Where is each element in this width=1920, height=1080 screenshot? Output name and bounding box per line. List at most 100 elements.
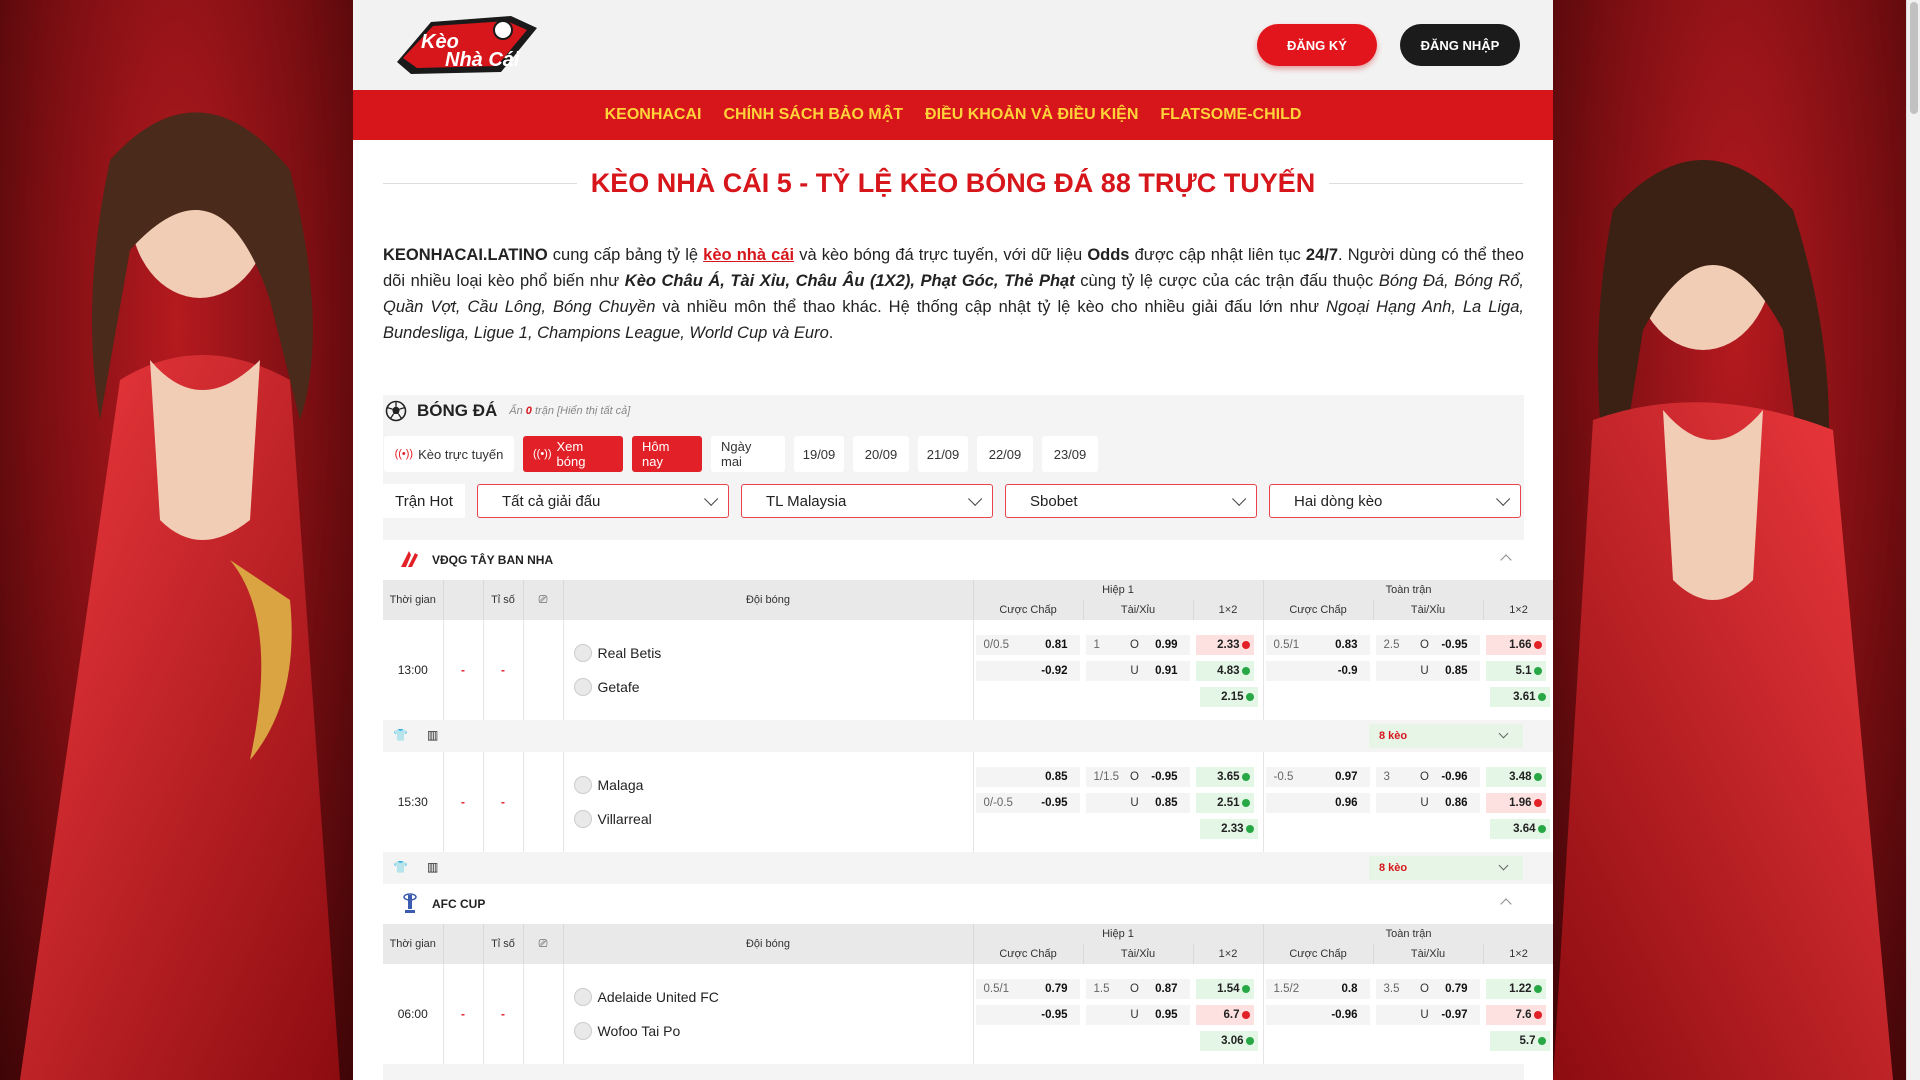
league-header[interactable]: VĐQG TÂY BAN NHA bbox=[383, 540, 1524, 580]
odds-widget: BÓNG ĐÁ Ẩn 0 trận [Hiển thị tất cả] ((•)… bbox=[383, 395, 1553, 1080]
handicap-odds[interactable]: 1.5/2 0.8 bbox=[1265, 979, 1370, 999]
over-under-odds[interactable]: 1.5 O 0.87 bbox=[1085, 979, 1190, 999]
home-team[interactable]: Real Betis bbox=[564, 636, 973, 670]
x12-odds[interactable]: 5.1 bbox=[1485, 661, 1546, 681]
handicap-odds[interactable]: -0.95 bbox=[975, 1005, 1080, 1025]
stats-chart-icon[interactable]: ▥ bbox=[427, 728, 443, 744]
ou-line: 1 bbox=[1093, 639, 1100, 651]
filter-chip[interactable]: 20/09 bbox=[853, 436, 909, 472]
filter-chip[interactable]: Hôm nay bbox=[632, 436, 702, 472]
x12-odds[interactable]: 3.61 bbox=[1489, 687, 1550, 707]
x12-odds[interactable]: 2.51 bbox=[1195, 793, 1254, 813]
filter-chip[interactable]: 23/09 bbox=[1042, 436, 1098, 472]
over-under-odds[interactable]: 1/1.5 O -0.95 bbox=[1085, 767, 1190, 787]
col-hdp: Cược Chấp bbox=[1263, 944, 1374, 964]
away-team[interactable]: Wofoo Tai Po bbox=[564, 1014, 973, 1048]
x12-odds[interactable]: 6.7 bbox=[1195, 1005, 1254, 1025]
hot-matches-button[interactable]: Trận Hot bbox=[383, 484, 465, 518]
odds-line: 0.5/1 0.83 2.5 O -0.95 1.66 bbox=[1265, 634, 1552, 656]
x12-odds[interactable]: 1.22 bbox=[1485, 979, 1546, 999]
nav-item-keonhacai[interactable]: KEONHACAI bbox=[605, 106, 702, 124]
col-ou: Tài/Xỉu bbox=[1373, 600, 1484, 620]
x12-odds[interactable]: 3.06 bbox=[1199, 1031, 1258, 1051]
over-under-odds[interactable]: U 0.85 bbox=[1375, 661, 1480, 681]
stats-chart-icon[interactable]: ▥ bbox=[427, 860, 443, 876]
filter-chip[interactable]: ((•)) Kèo trực tuyến bbox=[384, 436, 514, 472]
x12-odds[interactable]: 2.33 bbox=[1199, 819, 1258, 839]
odds-table: Thời gian Tỉ số ⎚ Đội bóng Hiệp 1 Toàn trận Cư… bbox=[383, 580, 1553, 884]
handicap-odds[interactable]: 0.96 bbox=[1265, 793, 1370, 813]
shirt-icon[interactable]: 👕 bbox=[393, 728, 409, 744]
x12-odds[interactable]: 1.54 bbox=[1195, 979, 1254, 999]
x12-odds[interactable]: 2.33 bbox=[1195, 635, 1254, 655]
handicap-odds[interactable]: 0.85 bbox=[975, 767, 1080, 787]
intro-keo-link[interactable]: kèo nhà cái bbox=[703, 246, 794, 264]
odds-type-select[interactable]: TL Malaysia bbox=[741, 484, 993, 518]
x12-odds[interactable]: 1.66 bbox=[1485, 635, 1546, 655]
over-under-odds[interactable]: 1 O 0.99 bbox=[1085, 635, 1190, 655]
over-under-odds[interactable]: U 0.91 bbox=[1085, 661, 1190, 681]
league-header[interactable]: AFC CUP bbox=[383, 884, 1524, 924]
more-odds-toggle[interactable]: 8 kèo bbox=[1369, 724, 1523, 748]
filter-chip[interactable]: ((•)) Xem bóng bbox=[523, 436, 623, 472]
nav-item-privacy[interactable]: CHÍNH SÁCH BẢO MẬT bbox=[723, 106, 903, 124]
register-button[interactable]: ĐĂNG KÝ bbox=[1257, 24, 1377, 66]
over-under-odds[interactable]: U 0.86 bbox=[1375, 793, 1480, 813]
chevron-up-icon[interactable] bbox=[1500, 898, 1512, 910]
handicap-odds[interactable]: -0.92 bbox=[975, 661, 1080, 681]
odds-line: 2.33 bbox=[976, 818, 1261, 840]
over-under-odds[interactable]: 2.5 O -0.95 bbox=[1375, 635, 1480, 655]
col-full: Toàn trận bbox=[1263, 924, 1553, 944]
over-under-odds[interactable]: U 0.95 bbox=[1085, 1005, 1190, 1025]
over-under-odds[interactable]: 3 O -0.96 bbox=[1375, 767, 1480, 787]
handicap-odds[interactable]: -0.5 0.97 bbox=[1265, 767, 1370, 787]
x12-odds[interactable]: 3.65 bbox=[1195, 767, 1254, 787]
tv-icon: ⎚ bbox=[538, 937, 548, 950]
x12-odds[interactable]: 7.6 bbox=[1485, 1005, 1546, 1025]
handicap-odds[interactable]: 0/-0.5 -0.95 bbox=[975, 793, 1080, 813]
league-select[interactable]: Tất cả giải đấu bbox=[477, 484, 729, 518]
scrollbar-thumb[interactable] bbox=[1910, 2, 1918, 114]
page-scrollbar[interactable] bbox=[1906, 0, 1920, 1080]
away-team[interactable]: Getafe bbox=[564, 670, 973, 704]
more-odds-toggle[interactable]: 8 kèo bbox=[1369, 856, 1523, 880]
nav-item-terms[interactable]: ĐIỀU KHOẢN VÀ ĐIỀU KIỆN bbox=[925, 106, 1138, 124]
filter-chip[interactable]: 19/09 bbox=[794, 436, 844, 472]
x12-odds[interactable]: 5.7 bbox=[1489, 1031, 1550, 1051]
col-tv: ⎚ bbox=[523, 924, 564, 964]
over-under-odds[interactable]: U 0.85 bbox=[1085, 793, 1190, 813]
handicap-odds[interactable]: -0.96 bbox=[1265, 1005, 1370, 1025]
over-under-odds[interactable]: U -0.97 bbox=[1375, 1005, 1480, 1025]
chevron-up-icon[interactable] bbox=[1500, 554, 1512, 566]
x12-odds[interactable]: 4.83 bbox=[1195, 661, 1254, 681]
x12-odds[interactable]: 3.64 bbox=[1489, 819, 1550, 839]
shirt-icon[interactable]: 👕 bbox=[393, 860, 409, 876]
col-hdp: Cược Chấp bbox=[973, 944, 1084, 964]
hidden-matches-note[interactable]: Ẩn 0 trận [Hiển thị tất cả] bbox=[509, 405, 630, 417]
handicap-odds[interactable]: 0.5/1 0.83 bbox=[1265, 635, 1370, 655]
match-row[interactable]: 06:00- - Adelaide United FC Wofoo Tai Po 0.5… bbox=[383, 964, 1553, 1064]
x12-odds[interactable]: 1.96 bbox=[1485, 793, 1546, 813]
x12-odds[interactable]: 3.48 bbox=[1485, 767, 1546, 787]
away-team[interactable]: Villarreal bbox=[564, 802, 973, 836]
over-under-odds[interactable]: 3.5 O 0.79 bbox=[1375, 979, 1480, 999]
login-button[interactable]: ĐĂNG NHẬP bbox=[1400, 24, 1520, 66]
score-home: - bbox=[443, 752, 484, 852]
filter-chip[interactable]: 22/09 bbox=[977, 436, 1033, 472]
home-team[interactable]: Adelaide United FC bbox=[564, 980, 973, 1014]
match-row[interactable]: 15:30- - Malaga Villarreal 0.85 1/1.5 O -0.95 3.… bbox=[383, 752, 1553, 852]
match-row[interactable]: 13:00- - Real Betis Getafe 0/0.5 0.81 1 O 0.99 2.… bbox=[383, 620, 1553, 720]
x12-odds[interactable]: 2.15 bbox=[1199, 687, 1258, 707]
nav-item-flatsome-child[interactable]: FLATSOME-CHILD bbox=[1160, 106, 1301, 124]
home-team[interactable]: Malaga bbox=[564, 768, 973, 802]
rows-select[interactable]: Hai dòng kèo bbox=[1269, 484, 1521, 518]
filter-chip[interactable]: Ngày mai bbox=[711, 436, 785, 472]
filter-chip[interactable]: 21/09 bbox=[918, 436, 968, 472]
bookmaker-select[interactable]: Sbobet bbox=[1005, 484, 1257, 518]
odds-table: Thời gian Tỉ số ⎚ Đội bóng Hiệp 1 Toàn trận Cư… bbox=[383, 924, 1553, 1064]
handicap-odds[interactable]: 0/0.5 0.81 bbox=[975, 635, 1080, 655]
handicap-odds[interactable]: -0.9 bbox=[1265, 661, 1370, 681]
handicap-odds[interactable]: 0.5/1 0.79 bbox=[975, 979, 1080, 999]
site-logo[interactable]: Kèo Nhà Cái bbox=[391, 12, 541, 78]
ou-side: U bbox=[1130, 797, 1139, 809]
